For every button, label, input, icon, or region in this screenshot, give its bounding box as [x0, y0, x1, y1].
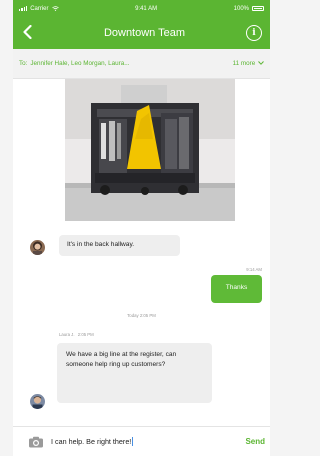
- avatar-woman-icon: [30, 240, 45, 255]
- wifi-icon: [51, 6, 59, 11]
- info-button[interactable]: i: [246, 25, 262, 41]
- more-recipients-button[interactable]: 11 more: [233, 60, 264, 67]
- text-caret: [132, 437, 134, 447]
- recipients-label: To:: [19, 60, 28, 67]
- recipients-names: Jennifer Hale, Leo Morgan, Laura...: [30, 60, 130, 67]
- status-bar: Carrier 9:41 AM 100%: [13, 0, 270, 17]
- composer-bar: I can help. Be right there! Send: [13, 426, 270, 456]
- message-timestamp: 9:14 AM: [246, 267, 262, 272]
- date-divider: Today 2:05 PM: [127, 313, 156, 318]
- message-input-value: I can help. Be right there!: [51, 436, 132, 446]
- conversation-title: Downtown Team: [103, 27, 186, 39]
- back-button[interactable]: [23, 23, 43, 43]
- sender-name: Laura J. 2:05 PM: [59, 332, 94, 337]
- status-left: Carrier: [19, 6, 59, 12]
- camera-icon[interactable]: [28, 436, 44, 448]
- recipients-bar[interactable]: To: Jennifer Hale, Leo Morgan, Laura... …: [13, 49, 270, 79]
- more-recipients-label: 11 more: [232, 60, 256, 67]
- chevron-left-icon: [23, 24, 32, 40]
- carrier-label: Carrier: [30, 5, 49, 12]
- avatar[interactable]: [30, 240, 45, 255]
- status-time: 9:41 AM: [135, 5, 158, 12]
- message-bubble[interactable]: It's in the back hallway.: [59, 235, 180, 256]
- status-right: 100%: [234, 6, 264, 12]
- message-text: We have a big line at the register, can …: [66, 351, 177, 369]
- photo-attachment[interactable]: [65, 79, 235, 221]
- signal-icon: [19, 6, 28, 11]
- avatar[interactable]: [30, 394, 45, 409]
- sender-label: Laura J.: [59, 332, 75, 337]
- nav-bar: Downtown Team i: [13, 17, 270, 49]
- send-button[interactable]: Send: [245, 437, 265, 446]
- message-bubble-outgoing[interactable]: Thanks: [211, 275, 262, 303]
- chevron-down-icon: [258, 61, 264, 65]
- message-list: It's in the back hallway. 9:14 AM Thanks…: [13, 79, 270, 426]
- battery-icon: [252, 6, 264, 11]
- info-icon: i: [252, 28, 256, 38]
- avatar-man-icon: [30, 394, 45, 409]
- message-bubble[interactable]: We have a big line at the register, can …: [57, 343, 212, 403]
- message-text: It's in the back hallway.: [67, 241, 135, 248]
- sender-time: 2:05 PM: [77, 332, 94, 337]
- janitorial-cart-photo: [65, 79, 235, 221]
- battery-percent: 100%: [233, 5, 249, 12]
- message-text: Thanks: [225, 284, 248, 291]
- message-input[interactable]: I can help. Be right there!: [51, 437, 241, 447]
- phone-screen: Carrier 9:41 AM 100% Downtown Team i To:…: [13, 0, 270, 456]
